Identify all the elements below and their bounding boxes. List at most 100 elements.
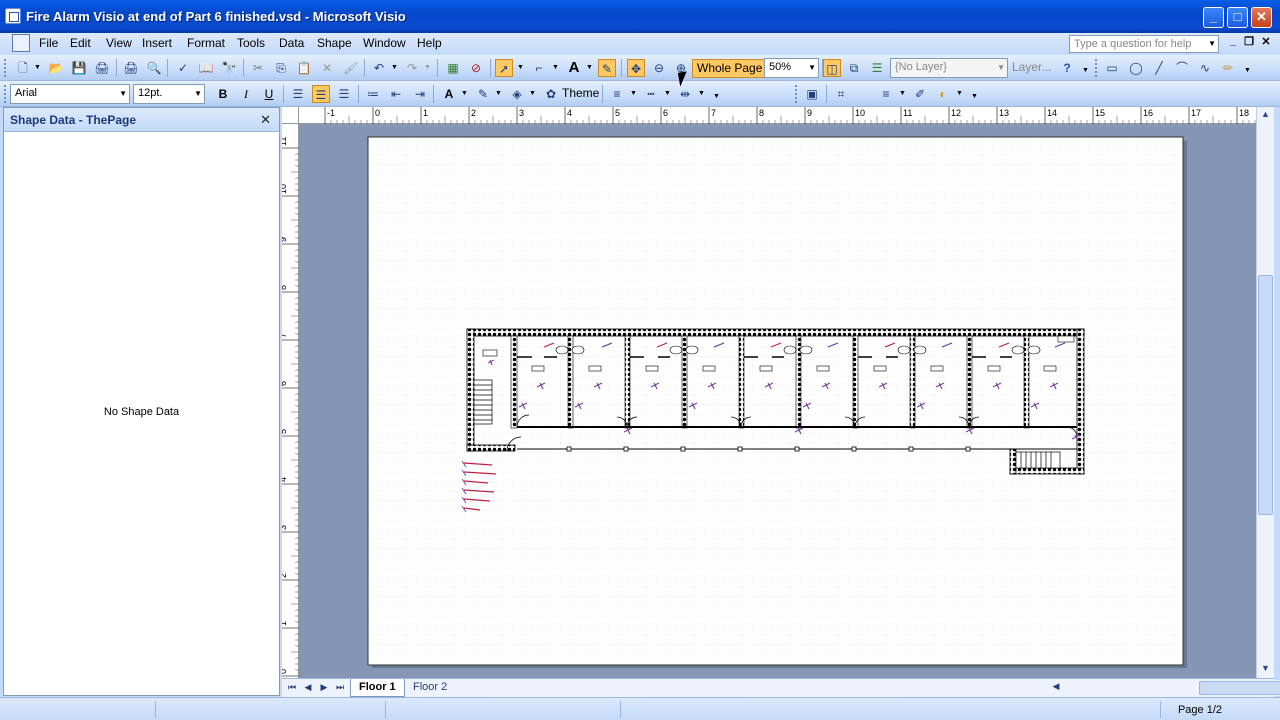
align-left-icon[interactable]: ☰ [289,85,307,103]
paste-icon[interactable]: 📋 [295,59,313,77]
undo-icon[interactable]: ↶ [370,59,388,77]
menu-file[interactable]: File [39,36,58,50]
layers-icon[interactable]: ☰ [868,59,886,77]
no-connect-icon[interactable]: ⊘ [467,59,485,77]
crop-icon[interactable]: ⌗ [832,85,850,103]
arc-icon[interactable]: ⌒ [1173,59,1191,77]
underline-button[interactable]: U [260,85,278,103]
redo-dropdown-icon[interactable]: ▼ [424,64,431,71]
fill-color-dropdown-icon[interactable]: ▼ [529,90,536,97]
close-pane-icon[interactable]: ✕ [260,112,271,128]
line-ends-dropdown-icon[interactable]: ▼ [698,90,705,97]
menu-insert[interactable]: Insert [142,36,172,50]
line-color-icon[interactable]: ✎ [474,85,492,103]
print-preview-icon[interactable]: 🔍 [145,59,163,77]
drawing-canvas[interactable] [282,107,1256,678]
toolbar-grip[interactable] [795,85,798,103]
toolbar-grip[interactable] [1095,59,1098,77]
decrease-indent-icon[interactable]: ⇤ [387,85,405,103]
toolbar-options-icon[interactable]: ▼ [713,93,720,100]
line-color-dropdown-icon[interactable]: ▼ [495,90,502,97]
layer-properties-icon[interactable]: ◫ [823,59,841,77]
pointer-dropdown-icon[interactable]: ▼ [517,64,524,71]
layers-button[interactable]: Layer... [1008,59,1055,78]
menu-edit[interactable]: Edit [70,36,91,50]
scroll-left-icon[interactable]: ◀ [1049,681,1063,692]
line-pattern-icon[interactable]: ┅ [642,85,660,103]
pointer-icon[interactable]: ➚ [495,59,513,77]
increase-indent-icon[interactable]: ⇥ [411,85,429,103]
document-icon[interactable] [12,34,30,52]
open-icon[interactable]: 📂 [47,59,65,77]
scroll-up-icon[interactable]: ▲ [1258,109,1273,124]
bold-button[interactable]: B [214,85,232,103]
layer-combo[interactable]: {No Layer} ▼ [890,58,1008,78]
pencil-icon[interactable]: ✏ [1219,59,1237,77]
connector-icon[interactable]: ⌐ [530,59,548,77]
toolbar-options-icon[interactable]: ▼ [1082,67,1089,74]
toolbar-grip[interactable] [4,85,7,103]
copy-icon[interactable]: ⎘ [272,59,290,77]
vertical-scrollbar[interactable]: ▲ ▼ [1256,107,1274,678]
scroll-down-icon[interactable]: ▼ [1258,663,1273,678]
line-pattern-dropdown-icon[interactable]: ▼ [664,90,671,97]
connection-point-icon[interactable]: ✎ [598,59,616,77]
set-transparent-icon[interactable]: ✐ [911,85,929,103]
whole-page-button[interactable]: Whole Page [692,59,768,78]
menu-format[interactable]: Format [187,36,225,50]
text-dropdown-icon[interactable]: ▼ [586,64,593,71]
find-icon[interactable]: 🔭 [220,59,238,77]
help-icon[interactable]: ? [1058,59,1076,77]
cut-icon[interactable]: ✂ [249,59,267,77]
close-button[interactable]: ✕ [1251,7,1272,28]
maximize-button[interactable]: □ [1227,7,1248,28]
format-painter-icon[interactable]: 🖌 [342,59,360,77]
new-dropdown-icon[interactable]: ▼ [34,64,41,71]
align-right-icon[interactable]: ☰ [335,85,353,103]
line-ends-icon[interactable]: ⇹ [676,85,694,103]
vertical-scroll-thumb[interactable] [1258,275,1273,515]
menu-data[interactable]: Data [279,36,304,50]
ask-question-input[interactable]: Type a question for help ▼ [1069,35,1219,53]
align-center-icon[interactable]: ☰ [312,85,330,103]
tab-floor-1[interactable]: Floor 1 [350,679,405,697]
last-page-icon[interactable]: ⏭ [333,682,347,693]
redo-icon[interactable]: ↷ [403,59,421,77]
save-icon[interactable]: 💾 [70,59,88,77]
prev-page-icon[interactable]: ◀ [301,682,315,693]
layer-icon[interactable]: ⧉ [845,59,863,77]
new-icon[interactable]: 🗋 [14,59,32,77]
doc-restore-button[interactable]: ❐ [1242,35,1256,48]
drawing-options-icon[interactable]: ▼ [1244,67,1251,74]
undo-dropdown-icon[interactable]: ▼ [391,64,398,71]
menu-window[interactable]: Window [363,36,406,50]
tab-floor-2[interactable]: Floor 2 [405,679,455,697]
horizontal-scrollbar[interactable]: ◀ ▶ [1049,680,1280,696]
research-icon[interactable]: 📖 [197,59,215,77]
italic-button[interactable]: I [237,85,255,103]
font-color-icon[interactable]: A [440,85,458,103]
vertical-ruler[interactable]: 11109876543210 [278,124,299,719]
insert-picture-icon[interactable]: ▣ [803,85,821,103]
theme-button[interactable]: Theme [558,85,603,104]
first-page-icon[interactable]: ⏮ [285,682,299,693]
ellipse-icon[interactable]: ◯ [1127,59,1145,77]
font-name-combo[interactable]: Arial ▼ [10,84,130,104]
font-color-dropdown-icon[interactable]: ▼ [461,90,468,97]
zoom-combo[interactable]: 50% ▼ [764,58,819,78]
line-weight-dropdown-icon[interactable]: ▼ [630,90,637,97]
zoom-out-icon[interactable]: ⊖ [650,59,668,77]
freeform-icon[interactable]: ∿ [1196,59,1214,77]
next-page-icon[interactable]: ▶ [317,682,331,693]
toolbar-options-icon[interactable]: ▼ [971,93,978,100]
horizontal-ruler[interactable]: -1 0 1 2 3 4 5 6 7 8 9 10 11 12 13 14 15 16 17 18 [299,107,1280,124]
picture-line-dropdown-icon[interactable]: ▼ [899,90,906,97]
shadow-icon[interactable]: ◐ [934,85,952,103]
picture-line-icon[interactable]: ≡ [877,85,895,103]
bullets-icon[interactable]: ≔ [364,85,382,103]
connector-dropdown-icon[interactable]: ▼ [552,64,559,71]
line-icon[interactable]: ╱ [1150,59,1168,77]
print-icon[interactable]: 🖨 [122,59,140,77]
doc-close-button[interactable]: ✕ [1259,35,1273,48]
text-tool-icon[interactable]: A [565,59,583,77]
